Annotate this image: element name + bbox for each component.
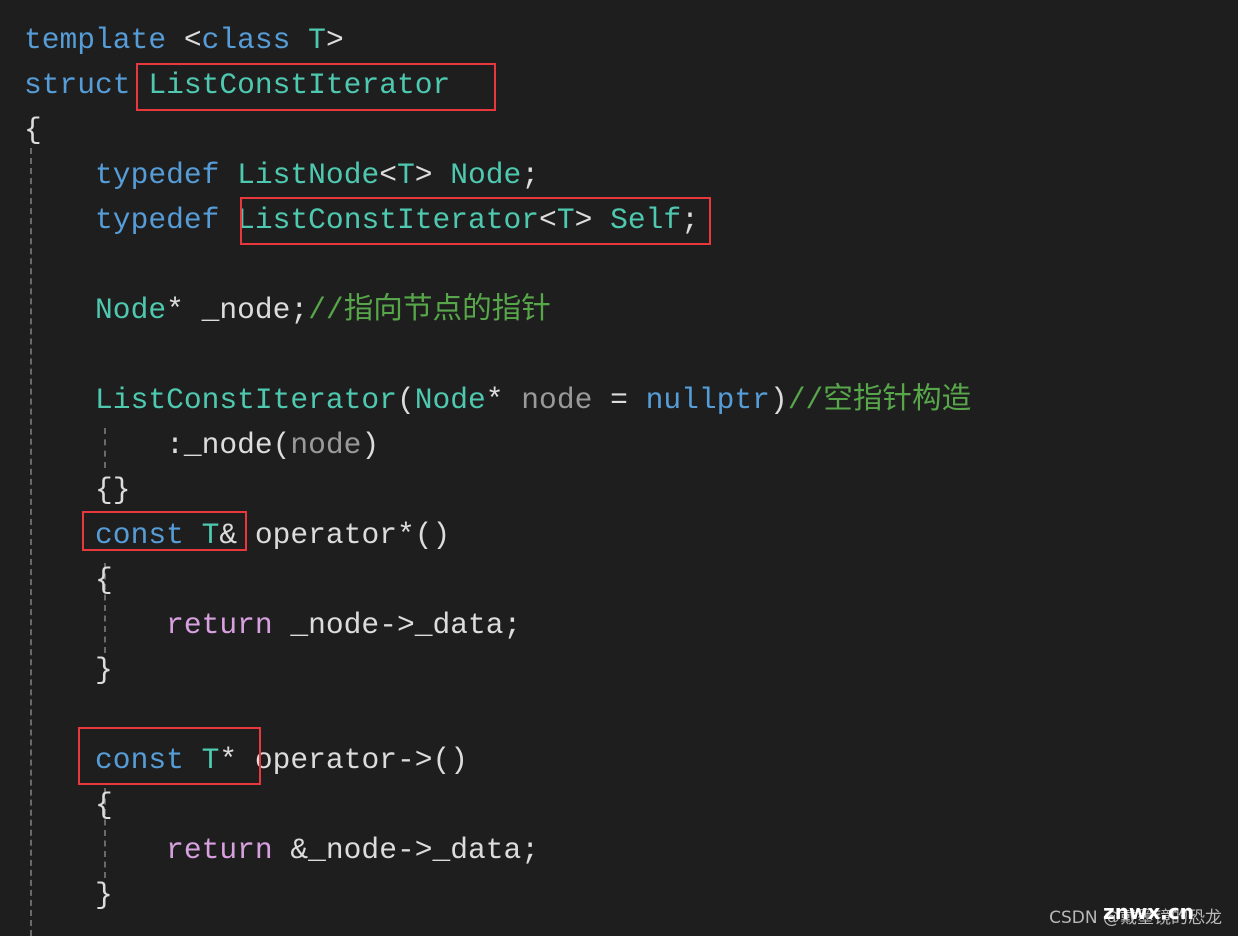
token-code-text: ;: [521, 158, 540, 192]
token-parameter: node: [290, 428, 362, 462]
code-line: }: [24, 648, 971, 693]
token-code-text: * _node;: [166, 293, 309, 327]
token-type-name: T: [308, 23, 326, 57]
token-type-name: T: [396, 158, 415, 192]
token-code-text: }: [24, 653, 113, 687]
token-code-text: [24, 293, 95, 327]
code-line: typedef ListNode<T> Node;: [24, 153, 971, 198]
code-line: {: [24, 558, 971, 603]
token-code-text: &_node->_data;: [272, 833, 540, 867]
token-code-text: {: [24, 113, 42, 147]
token-code-text: (: [396, 383, 415, 417]
token-code-text: _node->_data;: [272, 608, 522, 642]
token-code-text: [24, 833, 166, 867]
token-code-text: =: [592, 383, 646, 417]
token-keyword: template: [24, 23, 167, 57]
code-line: return _node->_data;: [24, 603, 971, 648]
code-line: template <class T>: [24, 18, 971, 63]
token-type-name: ListNode: [237, 158, 380, 192]
token-keyword: typedef: [95, 203, 220, 237]
code-line: }: [24, 873, 971, 918]
token-code-text: <: [166, 23, 202, 57]
code-line: return &_node->_data;: [24, 828, 971, 873]
token-code-text: <: [379, 158, 397, 192]
highlight-box-struct-name: [136, 63, 496, 111]
token-code-text: >: [325, 23, 344, 57]
token-code-text: >: [414, 158, 451, 192]
token-code-text: [219, 203, 237, 237]
highlight-box-const-ptr: [78, 727, 261, 785]
token-comment: //空指针构造: [787, 383, 972, 417]
token-code-text: ): [361, 428, 380, 462]
token-type-name: Node: [450, 158, 522, 192]
token-type-name: Node: [95, 293, 167, 327]
token-code-text: [290, 23, 308, 57]
token-code-text: [24, 383, 95, 417]
token-keyword: struct: [24, 68, 131, 102]
token-keyword: nullptr: [645, 383, 770, 417]
token-code-text: [24, 203, 95, 237]
token-code-text: {}: [24, 473, 131, 507]
code-line: {: [24, 108, 971, 153]
watermark-overlay: znwx.cn: [1103, 900, 1194, 924]
token-comment: //指向节点的指针: [308, 293, 551, 327]
token-type-name: ListConstIterator: [95, 383, 397, 417]
token-keyword: typedef: [95, 158, 220, 192]
token-code-text: [219, 158, 237, 192]
token-parameter: node: [521, 383, 593, 417]
token-type-name: Node: [414, 383, 486, 417]
code-line: Node* _node;//指向节点的指针: [24, 288, 971, 333]
code-line: :_node(node): [24, 423, 971, 468]
token-code-text: {: [24, 788, 113, 822]
token-return-keyword: return: [166, 833, 273, 867]
token-code-text: :_node(: [24, 428, 291, 462]
highlight-box-self-typedef: [240, 197, 711, 245]
token-code-text: }: [24, 878, 113, 912]
code-line: ListConstIterator(Node* node = nullptr)/…: [24, 378, 971, 423]
token-keyword: class: [201, 23, 291, 57]
token-code-text: [24, 158, 95, 192]
token-code-text: *: [485, 383, 522, 417]
code-line: {}: [24, 468, 971, 513]
code-line: {: [24, 783, 971, 828]
token-code-text: & operator*(): [219, 518, 451, 552]
token-code-text: [24, 608, 166, 642]
highlight-box-const-ref: [82, 511, 247, 551]
token-code-text: ): [769, 383, 788, 417]
token-return-keyword: return: [166, 608, 273, 642]
token-code-text: {: [24, 563, 113, 597]
